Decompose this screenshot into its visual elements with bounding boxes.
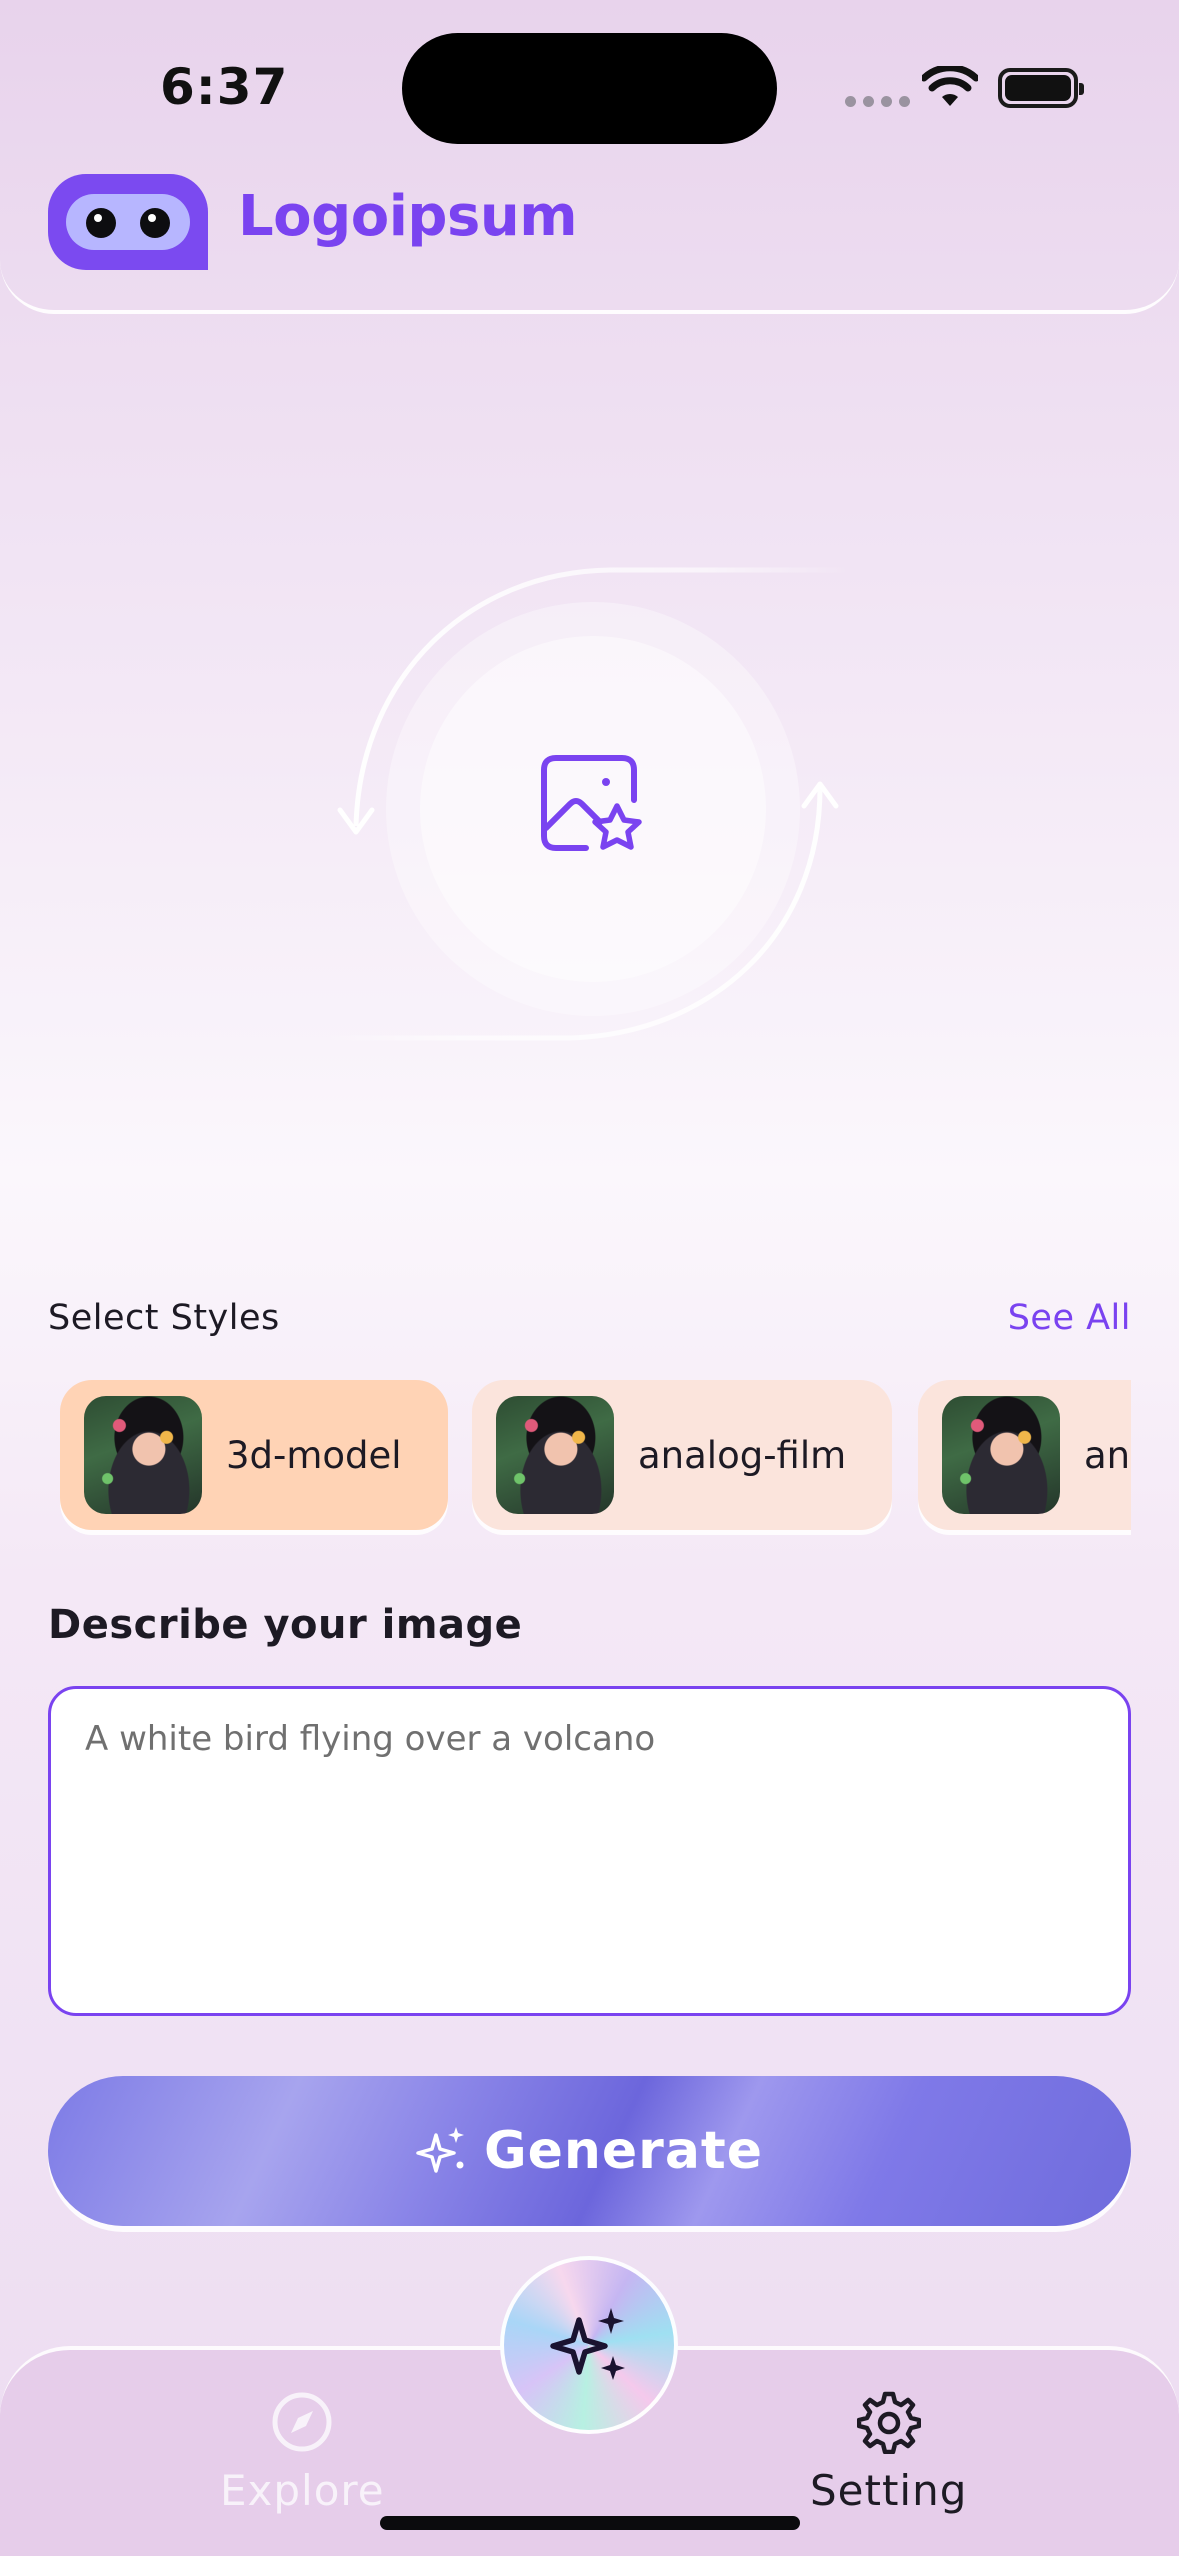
sparkles-icon xyxy=(550,2308,625,2380)
home-indicator xyxy=(380,2516,800,2530)
style-chip-label: 3d-model xyxy=(226,1433,402,1477)
select-styles-title: Select Styles xyxy=(48,1298,280,1338)
style-thumbnail xyxy=(496,1396,614,1514)
gear-icon xyxy=(856,2391,921,2454)
see-all-link[interactable]: See All xyxy=(1008,1298,1131,1338)
style-chip-label: analog-film xyxy=(638,1433,847,1477)
style-chip-analog-film[interactable]: analog-film xyxy=(472,1380,892,1530)
style-chip-label: an xyxy=(1084,1433,1131,1477)
sparkles-icon xyxy=(416,2127,464,2173)
nav-explore[interactable]: Explore xyxy=(220,2390,385,2515)
logo-icon xyxy=(48,174,208,270)
style-chip-3d-model[interactable]: 3d-model xyxy=(60,1380,448,1530)
create-fab-button[interactable] xyxy=(500,2256,678,2434)
styles-carousel[interactable]: 3d-model analog-film an xyxy=(48,1370,1131,1540)
compass-icon xyxy=(272,2392,332,2452)
nav-setting-label: Setting xyxy=(810,2466,968,2515)
generate-button[interactable]: Generate xyxy=(48,2076,1131,2226)
style-thumbnail xyxy=(942,1396,1060,1514)
image-preview-placeholder xyxy=(320,556,860,1056)
nav-explore-label: Explore xyxy=(220,2466,385,2515)
style-chip-partial[interactable]: an xyxy=(918,1380,1131,1530)
image-star-icon xyxy=(541,755,642,851)
logo-text: Logoipsum xyxy=(238,184,578,249)
describe-title: Describe your image xyxy=(48,1602,523,1648)
nav-setting[interactable]: Setting xyxy=(810,2390,967,2515)
prompt-input[interactable] xyxy=(48,1686,1131,2016)
style-thumbnail xyxy=(84,1396,202,1514)
app-header: Logoipsum xyxy=(0,0,1179,314)
generate-label: Generate xyxy=(483,2121,764,2181)
